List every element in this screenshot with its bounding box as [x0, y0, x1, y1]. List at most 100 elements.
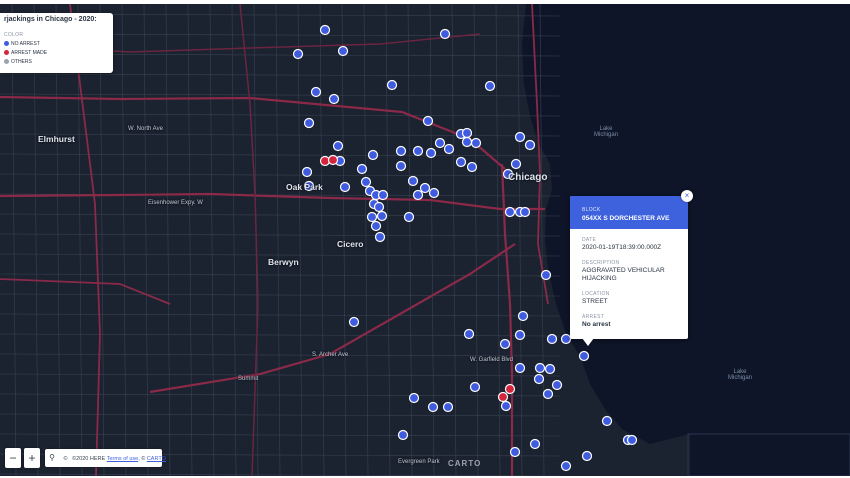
incident-marker-arrest-made[interactable]	[327, 154, 339, 166]
incident-marker-no-arrest[interactable]	[542, 388, 554, 400]
incident-marker-no-arrest[interactable]	[367, 149, 379, 161]
incident-marker-no-arrest[interactable]	[292, 48, 304, 60]
popup-description-key: DESCRIPTION	[582, 260, 620, 266]
popup-location-value: STREET	[582, 298, 608, 305]
popup-close-button[interactable]: ×	[681, 190, 693, 202]
incident-marker-no-arrest[interactable]	[366, 211, 378, 223]
incident-marker-no-arrest[interactable]	[439, 28, 451, 40]
incident-marker-no-arrest[interactable]	[376, 210, 388, 222]
incident-marker-no-arrest[interactable]	[356, 163, 368, 175]
incident-marker-no-arrest[interactable]	[332, 140, 344, 152]
label-garfield: W. Garfield Blvd	[470, 357, 514, 363]
incident-marker-no-arrest[interactable]	[303, 117, 315, 129]
incident-marker-no-arrest[interactable]	[519, 206, 531, 218]
incident-marker-no-arrest[interactable]	[425, 147, 437, 159]
legend-swatch-others	[4, 59, 9, 65]
incident-marker-no-arrest[interactable]	[412, 189, 424, 201]
incident-marker-no-arrest[interactable]	[397, 429, 409, 441]
incident-marker-no-arrest[interactable]	[310, 86, 322, 98]
incident-marker-no-arrest[interactable]	[395, 160, 407, 172]
incident-marker-no-arrest[interactable]	[509, 446, 521, 458]
incident-marker-no-arrest[interactable]	[484, 80, 496, 92]
incident-marker-no-arrest[interactable]	[540, 269, 552, 281]
incident-marker-no-arrest[interactable]	[412, 145, 424, 157]
incident-marker-no-arrest[interactable]	[514, 329, 526, 341]
incident-marker-no-arrest[interactable]	[524, 139, 536, 151]
map-frame[interactable]: Chicago Oak Park Cicero Berwyn Elmhurst …	[0, 4, 850, 476]
incident-marker-no-arrest[interactable]	[466, 161, 478, 173]
incident-marker-no-arrest[interactable]	[360, 176, 372, 188]
popup-block-value: 054XX S DORCHESTER AVE	[582, 215, 670, 222]
legend-item-arrest-made: ARREST MADE	[4, 50, 47, 56]
incident-marker-no-arrest[interactable]	[374, 231, 386, 243]
label-archer-ave: S. Archer Ave	[312, 352, 349, 358]
popup-arrest-key: ARREST	[582, 314, 605, 320]
popup-date-key: DATE	[582, 237, 597, 243]
incident-marker-no-arrest[interactable]	[500, 400, 512, 412]
incident-marker-no-arrest[interactable]	[370, 220, 382, 232]
incident-marker-no-arrest[interactable]	[533, 373, 545, 385]
incident-marker-no-arrest[interactable]	[373, 201, 385, 213]
popup-pointer	[582, 338, 594, 346]
incident-marker-no-arrest[interactable]	[428, 187, 440, 199]
incident-marker-no-arrest[interactable]	[328, 93, 340, 105]
incident-marker-no-arrest[interactable]	[427, 401, 439, 413]
incident-marker-no-arrest[interactable]	[529, 438, 541, 450]
incident-marker-no-arrest[interactable]	[455, 156, 467, 168]
label-berwyn: Berwyn	[268, 257, 299, 267]
incident-marker-arrest-made[interactable]	[504, 383, 516, 395]
incident-marker-no-arrest[interactable]	[442, 401, 454, 413]
popup-date-value: 2020-01-19T18:39:00.000Z	[582, 244, 662, 251]
incident-marker-no-arrest[interactable]	[434, 137, 446, 149]
incident-marker-arrest-made[interactable]	[497, 391, 509, 403]
incident-marker-no-arrest[interactable]	[377, 189, 389, 201]
incident-marker-no-arrest[interactable]	[407, 175, 419, 187]
search-icon[interactable]: ⚲	[45, 449, 59, 467]
incident-marker-no-arrest[interactable]	[517, 310, 529, 322]
incident-marker-no-arrest[interactable]	[348, 316, 360, 328]
incident-marker-no-arrest[interactable]	[386, 79, 398, 91]
info-icon[interactable]: ©	[61, 450, 71, 468]
map-legend: rjackings in Chicago - 2020: COLOR NO AR…	[0, 13, 113, 73]
incident-marker-no-arrest[interactable]	[419, 182, 431, 194]
label-lake-michigan: Lake Michigan	[594, 126, 619, 138]
incident-marker-no-arrest[interactable]	[544, 363, 556, 375]
zoom-in-button[interactable]: +	[24, 448, 40, 468]
popup-location-key: LOCATION	[582, 291, 610, 297]
incident-marker-no-arrest[interactable]	[443, 143, 455, 155]
map-canvas[interactable]	[0, 4, 850, 476]
incident-marker-no-arrest[interactable]	[504, 206, 516, 218]
incident-marker-no-arrest[interactable]	[601, 415, 613, 427]
incident-marker-no-arrest[interactable]	[403, 211, 415, 223]
incident-marker-no-arrest[interactable]	[534, 362, 546, 374]
incident-marker-no-arrest[interactable]	[499, 338, 511, 350]
incident-marker-no-arrest[interactable]	[319, 24, 331, 36]
zoom-out-button[interactable]: −	[5, 448, 21, 468]
incident-marker-no-arrest[interactable]	[551, 379, 563, 391]
incident-marker-no-arrest[interactable]	[469, 381, 481, 393]
incident-marker-no-arrest[interactable]	[461, 136, 473, 148]
incident-marker-no-arrest[interactable]	[339, 181, 351, 193]
incident-marker-no-arrest[interactable]	[461, 127, 473, 139]
incident-marker-no-arrest[interactable]	[510, 158, 522, 170]
attribution-separator: , ©	[138, 456, 146, 462]
incident-marker-no-arrest[interactable]	[301, 166, 313, 178]
incident-marker-no-arrest[interactable]	[581, 450, 593, 462]
label-oak-park: Oak Park	[286, 182, 323, 192]
incident-marker-no-arrest[interactable]	[408, 392, 420, 404]
incident-marker-no-arrest[interactable]	[578, 350, 590, 362]
incident-marker-no-arrest[interactable]	[463, 328, 475, 340]
carto-link[interactable]: CARTO	[147, 450, 166, 468]
legend-swatch-arrest-made	[4, 50, 9, 56]
incident-marker-no-arrest[interactable]	[514, 131, 526, 143]
incident-marker-no-arrest[interactable]	[337, 45, 349, 57]
label-north-ave: W. North Ave	[128, 126, 163, 132]
incident-marker-no-arrest[interactable]	[626, 434, 638, 446]
incident-marker-no-arrest[interactable]	[470, 137, 482, 149]
incident-marker-no-arrest[interactable]	[395, 145, 407, 157]
incident-marker-no-arrest[interactable]	[422, 115, 434, 127]
incident-marker-no-arrest[interactable]	[514, 362, 526, 374]
incident-marker-no-arrest[interactable]	[560, 460, 572, 472]
incident-marker-no-arrest[interactable]	[546, 333, 558, 345]
terms-link[interactable]: Terms of use	[107, 450, 138, 468]
